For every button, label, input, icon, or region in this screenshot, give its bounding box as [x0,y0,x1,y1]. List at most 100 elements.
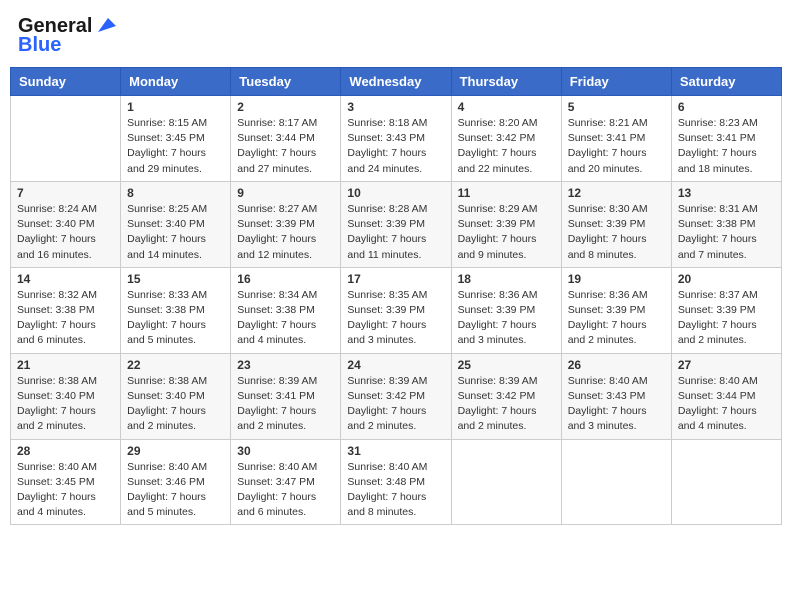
calendar-cell [451,439,561,525]
daylight-text: Daylight: 7 hours and 27 minutes. [237,147,316,174]
calendar-cell: 21 Sunrise: 8:38 AM Sunset: 3:40 PM Dayl… [11,353,121,439]
daylight-text: Daylight: 7 hours and 22 minutes. [458,147,537,174]
cell-content: Sunrise: 8:21 AM Sunset: 3:41 PM Dayligh… [568,116,665,177]
cell-content: Sunrise: 8:39 AM Sunset: 3:41 PM Dayligh… [237,374,334,435]
calendar-cell: 20 Sunrise: 8:37 AM Sunset: 3:39 PM Dayl… [671,267,781,353]
calendar-cell: 2 Sunrise: 8:17 AM Sunset: 3:44 PM Dayli… [231,96,341,182]
daylight-text: Daylight: 7 hours and 4 minutes. [237,319,316,346]
sunrise-text: Sunrise: 8:40 AM [127,461,207,473]
daylight-text: Daylight: 7 hours and 3 minutes. [347,319,426,346]
sunset-text: Sunset: 3:39 PM [458,218,536,230]
daylight-text: Daylight: 7 hours and 5 minutes. [127,319,206,346]
daylight-text: Daylight: 7 hours and 5 minutes. [127,491,206,518]
cell-content: Sunrise: 8:34 AM Sunset: 3:38 PM Dayligh… [237,288,334,349]
daylight-text: Daylight: 7 hours and 2 minutes. [458,405,537,432]
day-of-week-friday: Friday [561,68,671,96]
calendar-cell: 6 Sunrise: 8:23 AM Sunset: 3:41 PM Dayli… [671,96,781,182]
sunrise-text: Sunrise: 8:36 AM [568,289,648,301]
calendar-cell: 14 Sunrise: 8:32 AM Sunset: 3:38 PM Dayl… [11,267,121,353]
sunrise-text: Sunrise: 8:39 AM [237,375,317,387]
calendar-cell: 10 Sunrise: 8:28 AM Sunset: 3:39 PM Dayl… [341,181,451,267]
daylight-text: Daylight: 7 hours and 3 minutes. [568,405,647,432]
sunrise-text: Sunrise: 8:17 AM [237,117,317,129]
sunset-text: Sunset: 3:45 PM [127,132,205,144]
day-number: 23 [237,358,334,372]
sunrise-text: Sunrise: 8:40 AM [347,461,427,473]
calendar-cell: 12 Sunrise: 8:30 AM Sunset: 3:39 PM Dayl… [561,181,671,267]
cell-content: Sunrise: 8:36 AM Sunset: 3:39 PM Dayligh… [568,288,665,349]
cell-content: Sunrise: 8:31 AM Sunset: 3:38 PM Dayligh… [678,202,775,263]
day-of-week-saturday: Saturday [671,68,781,96]
day-number: 26 [568,358,665,372]
calendar-week-5: 28 Sunrise: 8:40 AM Sunset: 3:45 PM Dayl… [11,439,782,525]
day-number: 15 [127,272,224,286]
sunrise-text: Sunrise: 8:31 AM [678,203,758,215]
day-number: 12 [568,186,665,200]
calendar-cell: 26 Sunrise: 8:40 AM Sunset: 3:43 PM Dayl… [561,353,671,439]
cell-content: Sunrise: 8:37 AM Sunset: 3:39 PM Dayligh… [678,288,775,349]
day-number: 24 [347,358,444,372]
day-number: 1 [127,100,224,114]
sunset-text: Sunset: 3:39 PM [237,218,315,230]
sunset-text: Sunset: 3:40 PM [127,218,205,230]
sunrise-text: Sunrise: 8:24 AM [17,203,97,215]
daylight-text: Daylight: 7 hours and 6 minutes. [237,491,316,518]
calendar-cell: 15 Sunrise: 8:33 AM Sunset: 3:38 PM Dayl… [121,267,231,353]
cell-content: Sunrise: 8:36 AM Sunset: 3:39 PM Dayligh… [458,288,555,349]
page-header: General Blue [10,10,782,61]
cell-content: Sunrise: 8:40 AM Sunset: 3:48 PM Dayligh… [347,460,444,521]
daylight-text: Daylight: 7 hours and 2 minutes. [17,405,96,432]
daylight-text: Daylight: 7 hours and 2 minutes. [237,405,316,432]
daylight-text: Daylight: 7 hours and 9 minutes. [458,233,537,260]
daylight-text: Daylight: 7 hours and 12 minutes. [237,233,316,260]
calendar-cell: 16 Sunrise: 8:34 AM Sunset: 3:38 PM Dayl… [231,267,341,353]
sunrise-text: Sunrise: 8:33 AM [127,289,207,301]
sunset-text: Sunset: 3:38 PM [127,304,205,316]
daylight-text: Daylight: 7 hours and 7 minutes. [678,233,757,260]
daylight-text: Daylight: 7 hours and 24 minutes. [347,147,426,174]
day-of-week-thursday: Thursday [451,68,561,96]
day-number: 7 [17,186,114,200]
sunrise-text: Sunrise: 8:25 AM [127,203,207,215]
calendar-week-1: 1 Sunrise: 8:15 AM Sunset: 3:45 PM Dayli… [11,96,782,182]
day-of-week-wednesday: Wednesday [341,68,451,96]
sunrise-text: Sunrise: 8:39 AM [347,375,427,387]
calendar-cell: 13 Sunrise: 8:31 AM Sunset: 3:38 PM Dayl… [671,181,781,267]
calendar-cell [11,96,121,182]
cell-content: Sunrise: 8:17 AM Sunset: 3:44 PM Dayligh… [237,116,334,177]
daylight-text: Daylight: 7 hours and 20 minutes. [568,147,647,174]
sunset-text: Sunset: 3:44 PM [678,390,756,402]
sunrise-text: Sunrise: 8:32 AM [17,289,97,301]
sunrise-text: Sunrise: 8:40 AM [237,461,317,473]
day-of-week-monday: Monday [121,68,231,96]
sunrise-text: Sunrise: 8:27 AM [237,203,317,215]
sunset-text: Sunset: 3:43 PM [568,390,646,402]
sunrise-text: Sunrise: 8:40 AM [17,461,97,473]
daylight-text: Daylight: 7 hours and 2 minutes. [347,405,426,432]
cell-content: Sunrise: 8:39 AM Sunset: 3:42 PM Dayligh… [458,374,555,435]
daylight-text: Daylight: 7 hours and 2 minutes. [568,319,647,346]
sunset-text: Sunset: 3:42 PM [458,390,536,402]
calendar-cell: 9 Sunrise: 8:27 AM Sunset: 3:39 PM Dayli… [231,181,341,267]
cell-content: Sunrise: 8:27 AM Sunset: 3:39 PM Dayligh… [237,202,334,263]
cell-content: Sunrise: 8:40 AM Sunset: 3:46 PM Dayligh… [127,460,224,521]
sunset-text: Sunset: 3:40 PM [17,218,95,230]
sunset-text: Sunset: 3:42 PM [458,132,536,144]
calendar-cell: 24 Sunrise: 8:39 AM Sunset: 3:42 PM Dayl… [341,353,451,439]
sunset-text: Sunset: 3:38 PM [678,218,756,230]
day-number: 21 [17,358,114,372]
cell-content: Sunrise: 8:39 AM Sunset: 3:42 PM Dayligh… [347,374,444,435]
sunrise-text: Sunrise: 8:21 AM [568,117,648,129]
cell-content: Sunrise: 8:29 AM Sunset: 3:39 PM Dayligh… [458,202,555,263]
sunrise-text: Sunrise: 8:23 AM [678,117,758,129]
day-number: 4 [458,100,555,114]
sunset-text: Sunset: 3:39 PM [458,304,536,316]
calendar-cell: 22 Sunrise: 8:38 AM Sunset: 3:40 PM Dayl… [121,353,231,439]
sunset-text: Sunset: 3:38 PM [17,304,95,316]
day-number: 11 [458,186,555,200]
cell-content: Sunrise: 8:18 AM Sunset: 3:43 PM Dayligh… [347,116,444,177]
sunrise-text: Sunrise: 8:38 AM [127,375,207,387]
calendar-cell: 25 Sunrise: 8:39 AM Sunset: 3:42 PM Dayl… [451,353,561,439]
sunset-text: Sunset: 3:48 PM [347,476,425,488]
cell-content: Sunrise: 8:38 AM Sunset: 3:40 PM Dayligh… [127,374,224,435]
